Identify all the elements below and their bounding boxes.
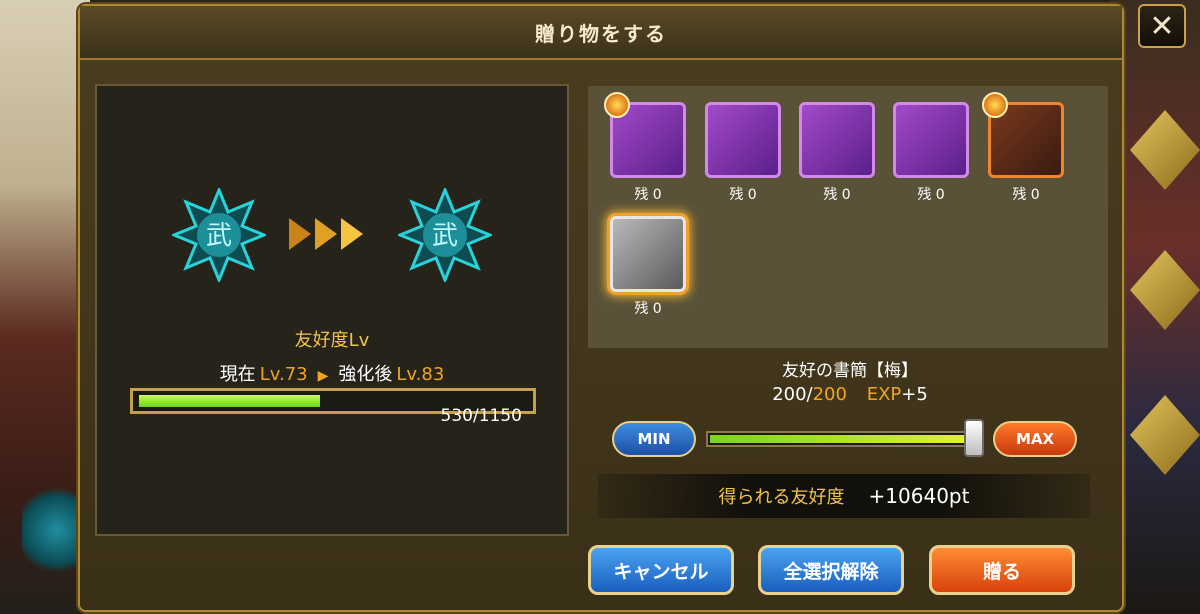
item-count: 残 0	[917, 187, 945, 203]
close-icon: ✕	[1149, 8, 1175, 44]
flame-badge-icon	[982, 92, 1008, 118]
item-slot-gift-scroll-bundle[interactable]: 残 0	[604, 92, 686, 203]
exp-value: 530/1150	[440, 406, 522, 426]
friendship-emblem-current: 武	[172, 188, 266, 282]
after-level: Lv.83	[396, 364, 445, 385]
friendship-panel	[95, 84, 569, 536]
current-prefix: 現在	[219, 364, 256, 385]
omamori-charm-icon	[799, 102, 875, 178]
item-count: 残 0	[634, 301, 662, 317]
current-level: Lv.73	[259, 364, 308, 385]
item-count: 残 0	[823, 187, 851, 203]
item-slot-omamori-charm[interactable]: 残 0	[799, 102, 875, 203]
exp-gain: +5	[901, 384, 928, 405]
play-arrow-icon: ▶	[317, 368, 329, 384]
max-button[interactable]: MAX	[993, 421, 1077, 457]
quantity-slider[interactable]	[706, 431, 978, 447]
cancel-button[interactable]: キャンセル	[588, 545, 734, 595]
item-count: 残 0	[1012, 187, 1040, 203]
after-prefix: 強化後	[338, 364, 393, 385]
gain-label: 得られる友好度	[718, 487, 845, 508]
friendship-emblem-after: 武	[398, 188, 492, 282]
gain-summary: 得られる友好度 +10640pt	[598, 474, 1090, 518]
emblem-char: 武	[432, 221, 458, 251]
friendship-level-label: 友好度Lv	[294, 330, 370, 351]
dialog-title: 贈り物をする	[80, 6, 1122, 60]
selected-item-name: 友好の書簡【梅】	[782, 361, 918, 381]
item-slot-samurai-portrait[interactable]: 残 0	[982, 92, 1064, 203]
item-count: 残 0	[634, 187, 662, 203]
golden-fish-icon	[705, 102, 781, 178]
qty-current: 200/	[772, 384, 813, 405]
flame-badge-icon	[604, 92, 630, 118]
deselect-all-button[interactable]: 全選択解除	[758, 545, 904, 595]
min-button[interactable]: MIN	[612, 421, 696, 457]
item-count: 残 0	[729, 187, 757, 203]
level-change: 現在 Lv.73 ▶ 強化後 Lv.83	[95, 360, 569, 386]
flame-star-icon	[893, 102, 969, 178]
exp-label: EXP	[866, 384, 902, 405]
gift-button[interactable]: 贈る	[929, 545, 1075, 595]
close-button[interactable]: ✕	[1138, 4, 1186, 48]
item-slot-golden-fish[interactable]: 残 0	[705, 102, 781, 203]
item-slot-flame-star[interactable]: 残 0	[893, 102, 969, 203]
friendship-letter-icon	[610, 216, 686, 292]
item-slot-friendship-letter[interactable]: 残 0	[610, 216, 686, 317]
arrow-right-icon	[289, 218, 363, 250]
exp-bar-fill	[139, 395, 320, 407]
gain-value: +10640pt	[868, 484, 970, 508]
selected-quantity: 200/200 EXP+5	[590, 384, 1110, 405]
emblem-char: 武	[206, 221, 232, 251]
qty-max: 200	[812, 384, 847, 405]
slider-fill	[710, 435, 974, 443]
slider-handle[interactable]	[964, 419, 984, 457]
